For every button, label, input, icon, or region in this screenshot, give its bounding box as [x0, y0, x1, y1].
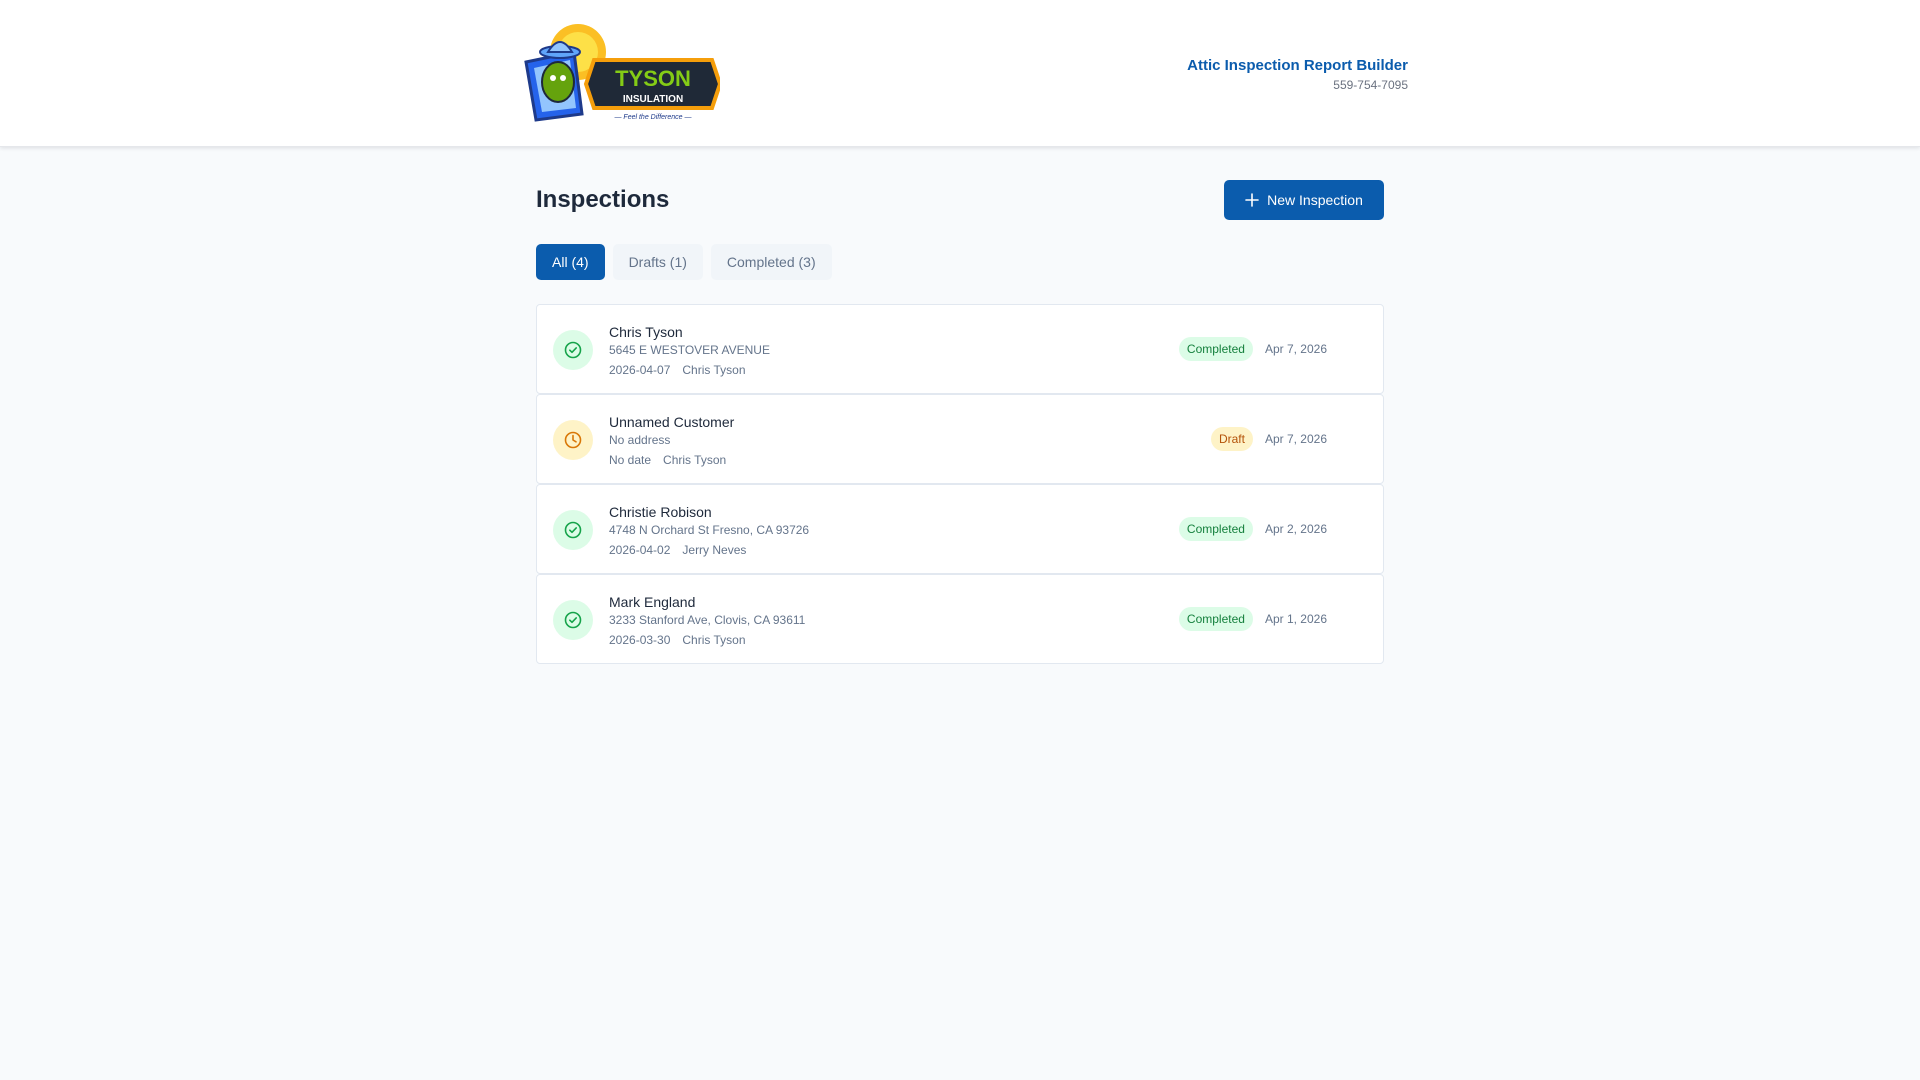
card-status: Completed Apr 2, 2026 [1178, 517, 1327, 541]
customer-name: Mark England [609, 594, 696, 610]
tyson-insulation-logo[interactable]: TYSON INSULATION — Feel the Difference — [522, 22, 720, 124]
customer-name: Christie Robison [609, 504, 712, 520]
customer-name: Chris Tyson [609, 324, 683, 340]
inspection-list: Chris Tyson 5645 E WESTOVER AVENUE 2026-… [536, 304, 1384, 664]
inspection-date: 2026-03-30 [609, 633, 671, 647]
inspector-name: Jerry Neves [682, 543, 747, 557]
inspection-card[interactable]: Unnamed Customer No address No date Chri… [536, 394, 1384, 484]
inspections-panel: Inspections New Inspection All (4) Draft… [536, 180, 1384, 664]
svg-text:TYSON: TYSON [615, 66, 691, 91]
inspection-info: Chris Tyson 5645 E WESTOVER AVENUE 2026-… [609, 323, 770, 378]
card-status: Completed Apr 7, 2026 [1178, 337, 1327, 361]
clock-icon [553, 420, 593, 460]
inspection-card[interactable]: Chris Tyson 5645 E WESTOVER AVENUE 2026-… [536, 304, 1384, 394]
inspector-name: Chris Tyson [682, 363, 746, 377]
inspection-meta: 2026-04-02 Jerry Neves [609, 542, 809, 558]
phone-number: 559-754-7095 [1333, 78, 1408, 92]
updated-date: Apr 7, 2026 [1264, 432, 1327, 446]
check-circle-icon [553, 600, 593, 640]
tab-completed[interactable]: Completed (3) [710, 244, 832, 280]
card-status: Completed Apr 1, 2026 [1178, 607, 1327, 631]
app-title: Attic Inspection Report Builder [1187, 57, 1408, 74]
logo-image: TYSON INSULATION — Feel the Difference — [524, 24, 720, 122]
status-badge: Completed [1178, 517, 1253, 541]
inspection-date: 2026-04-02 [609, 543, 671, 557]
customer-address: 3233 Stanford Ave, Clovis, CA 93611 [609, 613, 806, 627]
status-badge: Completed [1178, 607, 1253, 631]
customer-address: 5645 E WESTOVER AVENUE [609, 343, 770, 357]
inspection-card[interactable]: Mark England 3233 Stanford Ave, Clovis, … [536, 574, 1384, 664]
status-badge: Draft [1210, 427, 1253, 451]
updated-date: Apr 7, 2026 [1264, 342, 1327, 356]
check-circle-icon [553, 510, 593, 550]
inspection-date: 2026-04-07 [609, 363, 671, 377]
inspector-name: Chris Tyson [663, 453, 727, 467]
tab-all[interactable]: All (4) [536, 244, 605, 280]
page-title: Inspections [536, 186, 670, 213]
check-circle-icon [553, 330, 593, 370]
inspection-card[interactable]: Christie Robison 4748 N Orchard St Fresn… [536, 484, 1384, 574]
inspection-meta: No date Chris Tyson [609, 452, 734, 468]
updated-date: Apr 1, 2026 [1264, 612, 1327, 626]
title-row: Inspections New Inspection [536, 180, 1384, 220]
tab-drafts[interactable]: Drafts (1) [612, 244, 703, 280]
plus-icon [1245, 193, 1259, 207]
header-info: Attic Inspection Report Builder 559-754-… [1187, 57, 1408, 94]
filter-tabs: All (4) Drafts (1) Completed (3) [536, 244, 1384, 280]
inspection-info: Unnamed Customer No address No date Chri… [609, 413, 734, 468]
customer-name: Unnamed Customer [609, 414, 735, 430]
inspection-date: No date [609, 453, 652, 467]
card-status: Draft Apr 7, 2026 [1210, 427, 1327, 451]
inspection-meta: 2026-03-30 Chris Tyson [609, 632, 805, 648]
app-header: TYSON INSULATION — Feel the Difference —… [0, 0, 1920, 147]
customer-address: No address [609, 433, 671, 447]
new-inspection-button[interactable]: New Inspection [1224, 180, 1384, 220]
svg-text:INSULATION: INSULATION [623, 94, 683, 105]
customer-address: 4748 N Orchard St Fresno, CA 93726 [609, 523, 810, 537]
updated-date: Apr 2, 2026 [1264, 522, 1327, 536]
inspection-info: Mark England 3233 Stanford Ave, Clovis, … [609, 593, 805, 648]
inspection-info: Christie Robison 4748 N Orchard St Fresn… [609, 503, 809, 558]
new-inspection-label: New Inspection [1267, 192, 1363, 208]
svg-text:— Feel the Difference —: — Feel the Difference — [613, 114, 692, 121]
status-badge: Completed [1178, 337, 1253, 361]
inspection-meta: 2026-04-07 Chris Tyson [609, 362, 770, 378]
inspector-name: Chris Tyson [682, 633, 746, 647]
